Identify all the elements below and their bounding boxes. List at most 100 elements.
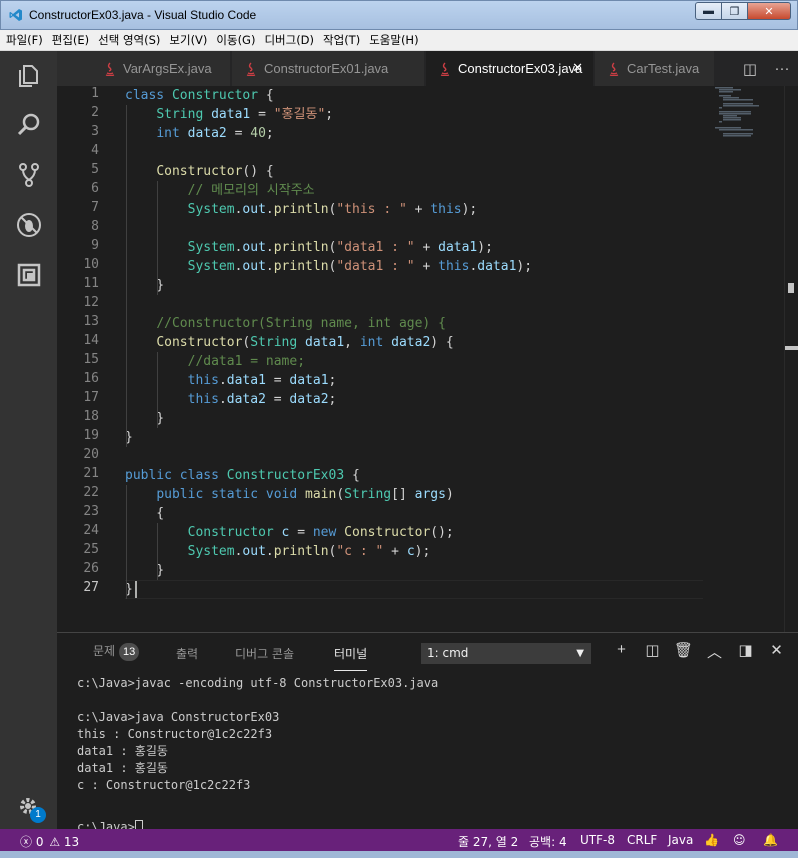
- problems-status[interactable]: ⓧ 0 ⚠ 13: [20, 833, 79, 850]
- code-line: System.out.println("data1 : " + this.dat…: [187, 259, 533, 274]
- settings-gear-icon[interactable]: 1: [13, 791, 46, 823]
- menu-debug[interactable]: 디버그(D): [264, 32, 314, 48]
- tab-varargsex[interactable]: VarArgsEx.java: [57, 51, 231, 86]
- split-editor-icon[interactable]: ◫: [734, 60, 766, 78]
- code-line: System.out.println("data1 : " + data1);: [187, 240, 493, 255]
- indent-guide: [126, 485, 127, 599]
- line-number: 13: [83, 314, 99, 329]
- menu-file[interactable]: 파일(F): [6, 32, 43, 48]
- line-number: 27: [83, 580, 99, 595]
- terminal-line: this : Constructor@1c2c22f3: [77, 727, 273, 741]
- window-bottom-border: [0, 851, 798, 858]
- text-cursor: [135, 581, 137, 598]
- source-control-icon[interactable]: [13, 159, 45, 191]
- menu-edit[interactable]: 편집(E): [52, 32, 89, 48]
- code-line: public class ConstructorEx03 {: [125, 468, 360, 483]
- line-number: 8: [91, 219, 99, 234]
- indent-guide: [126, 105, 127, 447]
- panel-tab-problems[interactable]: 문제 13: [93, 642, 140, 661]
- code-line: Constructor() {: [156, 164, 274, 179]
- tab-constructorex01[interactable]: ConstructorEx01.java: [232, 51, 425, 86]
- line-number: 26: [83, 561, 99, 576]
- line-number: 19: [83, 428, 99, 443]
- tab-cartest[interactable]: CarTest.java: [595, 51, 715, 86]
- code-line: public static void main(String[] args): [156, 487, 454, 502]
- chevron-down-icon: ▼: [576, 648, 584, 659]
- panel-tab-terminal[interactable]: 터미널: [334, 645, 368, 671]
- menu-selection[interactable]: 선택 영역(S): [98, 32, 160, 48]
- line-number: 11: [83, 276, 99, 291]
- error-icon: ⓧ: [20, 835, 33, 849]
- line-number: 21: [83, 466, 99, 481]
- search-icon[interactable]: [13, 109, 45, 141]
- panel-tab-debug-console[interactable]: 디버그 콘솔: [235, 645, 294, 662]
- line-number: 22: [83, 485, 99, 500]
- line-number: 2: [91, 105, 99, 120]
- line-number: 1: [91, 86, 99, 101]
- menu-view[interactable]: 보기(V): [169, 32, 207, 48]
- more-actions-icon[interactable]: ···: [766, 60, 798, 77]
- terminal-select[interactable]: 1: cmd ▼: [421, 643, 591, 664]
- thumbs-up-icon[interactable]: 👍: [704, 833, 719, 847]
- line-number: 7: [91, 200, 99, 215]
- notifications-bell-icon[interactable]: 🔔: [763, 833, 778, 847]
- close-tab-icon[interactable]: ✕: [572, 60, 583, 76]
- code-line: }: [125, 411, 165, 426]
- editor-tabs: VarArgsEx.java ConstructorEx01.java Cons…: [57, 51, 798, 86]
- panel-tab-output[interactable]: 출력: [176, 645, 198, 662]
- indent-guide: [157, 181, 158, 295]
- line-number: 18: [83, 409, 99, 424]
- line-number: 5: [91, 162, 99, 177]
- line-number: 10: [83, 257, 99, 272]
- bottom-panel: 문제 13 출력 디버그 콘솔 터미널 1: cmd ▼ + ◫ 🗑 ︿ ◨ ✕ c…: [57, 632, 798, 835]
- split-terminal-icon[interactable]: ◫: [637, 641, 668, 662]
- tab-constructorex03[interactable]: ConstructorEx03.java ✕: [426, 51, 594, 86]
- indent-guide: [157, 352, 158, 428]
- cursor-marker: [785, 346, 798, 350]
- extensions-icon[interactable]: [13, 259, 45, 291]
- maximize-panel-icon[interactable]: ︿: [699, 641, 730, 662]
- window-title: ConstructorEx03.java - Visual Studio Cod…: [29, 8, 257, 22]
- line-number: 15: [83, 352, 99, 367]
- explorer-icon[interactable]: [13, 59, 45, 91]
- code-editor[interactable]: 1 class Constructor {2 String data1 = "홍길…: [57, 86, 798, 632]
- indentation-status[interactable]: 공백: 4: [529, 833, 567, 850]
- new-terminal-icon[interactable]: +: [606, 641, 637, 662]
- code-line: String data1 = "홍길동";: [156, 107, 334, 122]
- activity-bar: 1: [0, 51, 57, 829]
- java-file-icon: [440, 62, 450, 76]
- toggle-panel-position-icon[interactable]: ◨: [730, 641, 761, 662]
- kill-terminal-icon[interactable]: 🗑: [668, 641, 699, 662]
- language-mode[interactable]: Java: [668, 833, 693, 847]
- cursor-position[interactable]: 줄 27, 열 2: [458, 833, 518, 850]
- code-line: int data2 = 40;: [156, 126, 274, 141]
- close-panel-icon[interactable]: ✕: [761, 641, 792, 662]
- menu-go[interactable]: 이동(G): [216, 32, 255, 48]
- encoding-status[interactable]: UTF-8: [580, 833, 615, 847]
- code-line: Constructor c = new Constructor();: [187, 525, 454, 540]
- terminal-line: c:\Java>java ConstructorEx03: [77, 710, 280, 724]
- terminal-line: c:\Java>javac -encoding utf-8 Constructo…: [77, 676, 439, 690]
- terminal-output[interactable]: c:\Java>javac -encoding utf-8 Constructo…: [77, 675, 438, 836]
- eol-status[interactable]: CRLF: [627, 833, 657, 847]
- feedback-smiley-icon[interactable]: ☺: [733, 833, 746, 847]
- line-number: 4: [91, 143, 99, 158]
- indent-guide: [157, 523, 158, 580]
- line-number: 23: [83, 504, 99, 519]
- maximize-button[interactable]: ❐: [721, 2, 747, 20]
- settings-badge: 1: [30, 807, 46, 823]
- java-file-icon: [609, 62, 619, 76]
- vertical-scrollbar[interactable]: [784, 86, 798, 632]
- terminal-line: c : Constructor@1c2c22f3: [77, 778, 251, 792]
- debug-icon[interactable]: [13, 209, 45, 241]
- minimize-button[interactable]: ▬: [695, 2, 721, 20]
- line-number: 20: [83, 447, 99, 462]
- close-window-button[interactable]: ✕: [747, 2, 791, 20]
- line-number: 14: [83, 333, 99, 348]
- problems-count-badge: 13: [119, 643, 140, 661]
- menu-help[interactable]: 도움말(H): [369, 32, 418, 48]
- code-line: // 메모리의 시작주소: [187, 183, 315, 198]
- menu-tasks[interactable]: 작업(T): [323, 32, 360, 48]
- code-line: //Constructor(String name, int age) {: [156, 316, 446, 331]
